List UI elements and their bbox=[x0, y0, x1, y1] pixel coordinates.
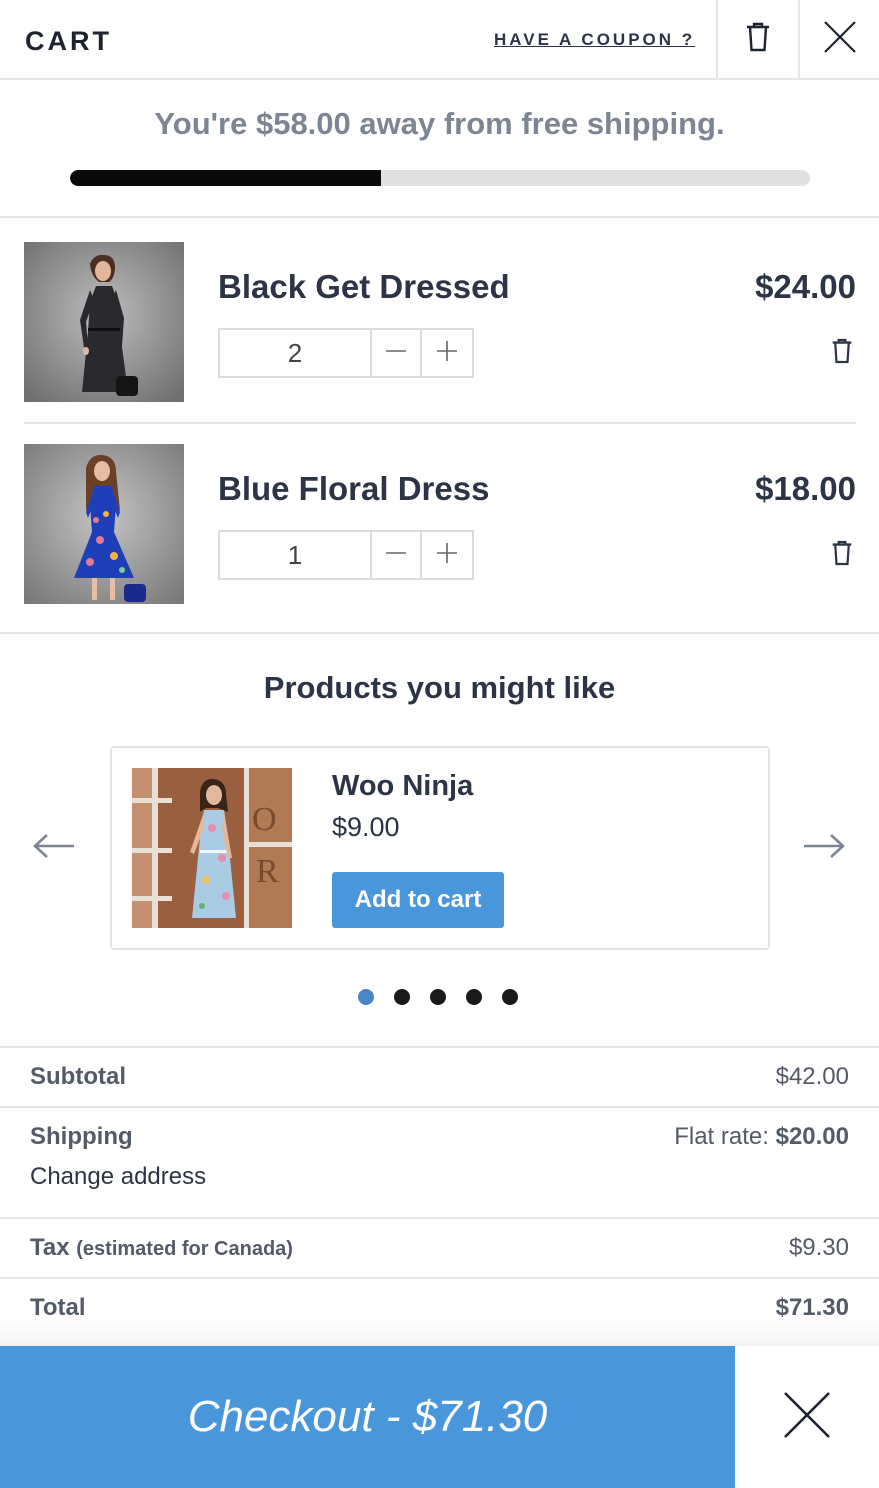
trash-icon bbox=[745, 22, 771, 57]
clear-cart-button[interactable] bbox=[716, 0, 798, 78]
recommended-product-price: $9.00 bbox=[332, 812, 400, 842]
carousel-dots bbox=[358, 989, 538, 1005]
trash-icon bbox=[831, 338, 853, 369]
product-name[interactable]: Black Get Dressed bbox=[218, 268, 510, 306]
divider bbox=[0, 1106, 879, 1108]
tax-label-text: Tax bbox=[30, 1234, 70, 1261]
tax-note: (estimated for Canada) bbox=[76, 1238, 293, 1260]
recommended-product-name[interactable]: Woo Ninja bbox=[332, 770, 473, 803]
product-price: $24.00 bbox=[755, 268, 856, 305]
product-name[interactable]: Blue Floral Dress bbox=[218, 470, 489, 508]
plus-icon bbox=[436, 340, 458, 367]
item-divider bbox=[24, 422, 856, 424]
shipping-label: Shipping bbox=[30, 1123, 133, 1150]
carousel-next-button[interactable] bbox=[800, 826, 848, 870]
decrease-quantity-button[interactable] bbox=[372, 330, 422, 376]
product-image[interactable] bbox=[24, 444, 184, 604]
divider bbox=[0, 216, 879, 218]
add-to-cart-button[interactable]: Add to cart bbox=[332, 872, 504, 928]
divider bbox=[0, 1217, 879, 1219]
close-cart-button[interactable] bbox=[798, 0, 879, 78]
checkout-button[interactable]: Checkout - $71.30 bbox=[0, 1346, 735, 1488]
increase-quantity-button[interactable] bbox=[422, 330, 472, 376]
quantity-input[interactable]: 2 bbox=[220, 330, 372, 376]
carousel-dot-5[interactable] bbox=[502, 989, 518, 1005]
subtotal-value: $42.00 bbox=[775, 1063, 849, 1090]
product-image[interactable] bbox=[24, 242, 184, 402]
carousel-dot-1[interactable] bbox=[358, 989, 374, 1005]
recommended-product-card: O R Woo Ninja $9.00 Add to cart bbox=[110, 746, 770, 950]
divider bbox=[0, 632, 879, 634]
shipping-value: Flat rate: $20.00 bbox=[674, 1123, 849, 1151]
free-shipping-message: You're $58.00 away from free shipping. bbox=[154, 106, 725, 141]
free-shipping-progress-bar bbox=[70, 170, 810, 186]
subtotal-label: Subtotal bbox=[30, 1063, 126, 1090]
carousel-dot-2[interactable] bbox=[394, 989, 410, 1005]
cart-title: CART bbox=[25, 26, 112, 56]
cart-item: Blue Floral Dress $18.00 1 bbox=[24, 444, 856, 604]
carousel-dot-4[interactable] bbox=[466, 989, 482, 1005]
shipping-cost: $20.00 bbox=[775, 1123, 849, 1150]
remove-item-button[interactable] bbox=[828, 540, 856, 570]
plus-icon bbox=[436, 542, 458, 569]
svg-text:O: O bbox=[252, 801, 277, 838]
trash-icon bbox=[831, 540, 853, 571]
product-price: $18.00 bbox=[755, 470, 856, 507]
minus-icon bbox=[385, 340, 407, 367]
have-coupon-link[interactable]: HAVE A COUPON ? bbox=[494, 30, 695, 50]
divider bbox=[0, 1277, 879, 1279]
svg-text:R: R bbox=[256, 853, 279, 890]
divider bbox=[0, 1046, 879, 1048]
close-icon bbox=[782, 1390, 832, 1445]
close-icon bbox=[823, 20, 857, 59]
cart-item: Black Get Dressed $24.00 2 bbox=[24, 242, 856, 402]
remove-item-button[interactable] bbox=[828, 338, 856, 368]
tax-value: $9.30 bbox=[788, 1234, 849, 1261]
arrow-left-icon bbox=[32, 831, 76, 866]
close-footer-button[interactable] bbox=[735, 1346, 879, 1488]
change-address-link[interactable]: Change address bbox=[30, 1163, 206, 1191]
quantity-stepper: 2 bbox=[218, 328, 474, 378]
footer-shadow bbox=[0, 1318, 879, 1346]
minus-icon bbox=[385, 542, 407, 569]
recommendations-title: Products you might like bbox=[263, 670, 616, 705]
tax-label: Tax (estimated for Canada) bbox=[30, 1234, 293, 1262]
cart-header: CART HAVE A COUPON ? bbox=[0, 0, 879, 80]
decrease-quantity-button[interactable] bbox=[372, 532, 422, 578]
carousel-prev-button[interactable] bbox=[30, 826, 78, 870]
progress-fill bbox=[70, 170, 381, 186]
recommended-product-image[interactable]: O R bbox=[132, 768, 292, 928]
carousel-dot-3[interactable] bbox=[430, 989, 446, 1005]
quantity-input[interactable]: 1 bbox=[220, 532, 372, 578]
quantity-stepper: 1 bbox=[218, 530, 474, 580]
arrow-right-icon bbox=[802, 831, 846, 866]
increase-quantity-button[interactable] bbox=[422, 532, 472, 578]
shipping-method: Flat rate: bbox=[674, 1123, 776, 1150]
